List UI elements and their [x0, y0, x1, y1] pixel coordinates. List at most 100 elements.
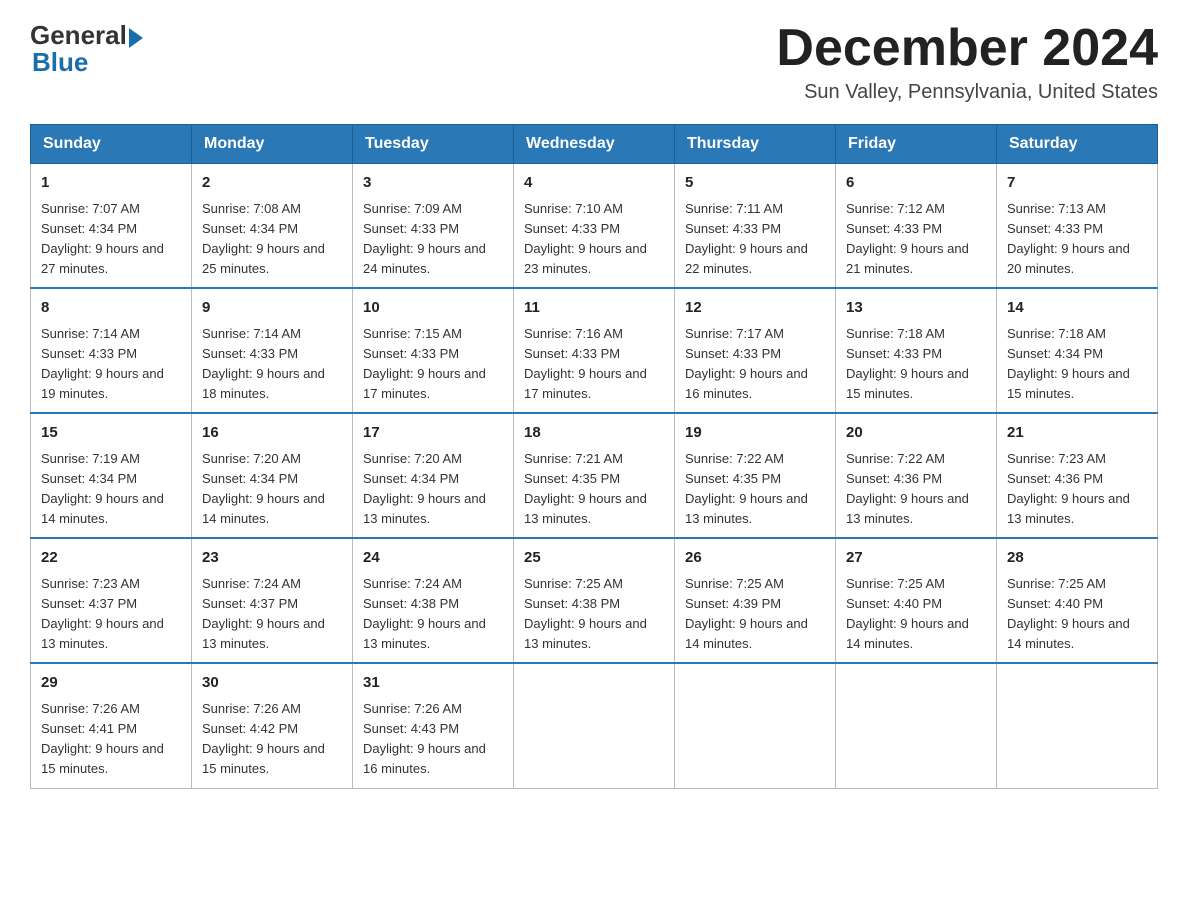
day-info: Sunrise: 7:15 AMSunset: 4:33 PMDaylight:…	[363, 326, 486, 401]
table-row: 23 Sunrise: 7:24 AMSunset: 4:37 PMDaylig…	[192, 538, 353, 663]
day-info: Sunrise: 7:21 AMSunset: 4:35 PMDaylight:…	[524, 451, 647, 526]
day-info: Sunrise: 7:22 AMSunset: 4:36 PMDaylight:…	[846, 451, 969, 526]
day-number: 13	[846, 297, 986, 320]
table-row: 5 Sunrise: 7:11 AMSunset: 4:33 PMDayligh…	[675, 164, 836, 289]
day-number: 29	[41, 672, 181, 695]
table-row: 10 Sunrise: 7:15 AMSunset: 4:33 PMDaylig…	[353, 288, 514, 413]
day-number: 3	[363, 172, 503, 195]
header-thursday: Thursday	[675, 125, 836, 164]
calendar-week-row: 29 Sunrise: 7:26 AMSunset: 4:41 PMDaylig…	[31, 663, 1158, 788]
day-number: 5	[685, 172, 825, 195]
day-info: Sunrise: 7:24 AMSunset: 4:38 PMDaylight:…	[363, 576, 486, 651]
day-number: 4	[524, 172, 664, 195]
day-number: 14	[1007, 297, 1147, 320]
table-row: 30 Sunrise: 7:26 AMSunset: 4:42 PMDaylig…	[192, 663, 353, 788]
day-number: 10	[363, 297, 503, 320]
day-info: Sunrise: 7:26 AMSunset: 4:43 PMDaylight:…	[363, 701, 486, 776]
table-row: 22 Sunrise: 7:23 AMSunset: 4:37 PMDaylig…	[31, 538, 192, 663]
header-tuesday: Tuesday	[353, 125, 514, 164]
location-text: Sun Valley, Pennsylvania, United States	[776, 81, 1158, 104]
table-row: 8 Sunrise: 7:14 AMSunset: 4:33 PMDayligh…	[31, 288, 192, 413]
table-row: 16 Sunrise: 7:20 AMSunset: 4:34 PMDaylig…	[192, 413, 353, 538]
day-number: 16	[202, 422, 342, 445]
day-number: 9	[202, 297, 342, 320]
day-number: 1	[41, 172, 181, 195]
table-row: 20 Sunrise: 7:22 AMSunset: 4:36 PMDaylig…	[836, 413, 997, 538]
day-info: Sunrise: 7:26 AMSunset: 4:41 PMDaylight:…	[41, 701, 164, 776]
day-info: Sunrise: 7:25 AMSunset: 4:38 PMDaylight:…	[524, 576, 647, 651]
day-info: Sunrise: 7:08 AMSunset: 4:34 PMDaylight:…	[202, 201, 325, 276]
day-number: 19	[685, 422, 825, 445]
day-number: 7	[1007, 172, 1147, 195]
table-row: 21 Sunrise: 7:23 AMSunset: 4:36 PMDaylig…	[997, 413, 1158, 538]
day-info: Sunrise: 7:20 AMSunset: 4:34 PMDaylight:…	[363, 451, 486, 526]
table-row: 11 Sunrise: 7:16 AMSunset: 4:33 PMDaylig…	[514, 288, 675, 413]
table-row	[675, 663, 836, 788]
day-number: 20	[846, 422, 986, 445]
table-row: 19 Sunrise: 7:22 AMSunset: 4:35 PMDaylig…	[675, 413, 836, 538]
header-wednesday: Wednesday	[514, 125, 675, 164]
table-row: 27 Sunrise: 7:25 AMSunset: 4:40 PMDaylig…	[836, 538, 997, 663]
day-number: 21	[1007, 422, 1147, 445]
header-friday: Friday	[836, 125, 997, 164]
table-row	[997, 663, 1158, 788]
day-number: 28	[1007, 547, 1147, 570]
day-info: Sunrise: 7:10 AMSunset: 4:33 PMDaylight:…	[524, 201, 647, 276]
table-row: 17 Sunrise: 7:20 AMSunset: 4:34 PMDaylig…	[353, 413, 514, 538]
day-number: 25	[524, 547, 664, 570]
table-row: 6 Sunrise: 7:12 AMSunset: 4:33 PMDayligh…	[836, 164, 997, 289]
table-row: 4 Sunrise: 7:10 AMSunset: 4:33 PMDayligh…	[514, 164, 675, 289]
logo-blue-text: Blue	[30, 47, 88, 78]
day-info: Sunrise: 7:20 AMSunset: 4:34 PMDaylight:…	[202, 451, 325, 526]
month-title: December 2024	[776, 20, 1158, 77]
day-info: Sunrise: 7:17 AMSunset: 4:33 PMDaylight:…	[685, 326, 808, 401]
day-info: Sunrise: 7:07 AMSunset: 4:34 PMDaylight:…	[41, 201, 164, 276]
calendar-week-row: 22 Sunrise: 7:23 AMSunset: 4:37 PMDaylig…	[31, 538, 1158, 663]
table-row: 28 Sunrise: 7:25 AMSunset: 4:40 PMDaylig…	[997, 538, 1158, 663]
calendar-week-row: 8 Sunrise: 7:14 AMSunset: 4:33 PMDayligh…	[31, 288, 1158, 413]
day-number: 23	[202, 547, 342, 570]
day-number: 8	[41, 297, 181, 320]
day-info: Sunrise: 7:14 AMSunset: 4:33 PMDaylight:…	[41, 326, 164, 401]
calendar-table: Sunday Monday Tuesday Wednesday Thursday…	[30, 124, 1158, 788]
day-number: 6	[846, 172, 986, 195]
table-row: 7 Sunrise: 7:13 AMSunset: 4:33 PMDayligh…	[997, 164, 1158, 289]
day-number: 26	[685, 547, 825, 570]
logo: General Blue	[30, 20, 143, 78]
day-number: 2	[202, 172, 342, 195]
table-row: 12 Sunrise: 7:17 AMSunset: 4:33 PMDaylig…	[675, 288, 836, 413]
calendar-week-row: 15 Sunrise: 7:19 AMSunset: 4:34 PMDaylig…	[31, 413, 1158, 538]
calendar-header-row: Sunday Monday Tuesday Wednesday Thursday…	[31, 125, 1158, 164]
table-row: 3 Sunrise: 7:09 AMSunset: 4:33 PMDayligh…	[353, 164, 514, 289]
day-info: Sunrise: 7:11 AMSunset: 4:33 PMDaylight:…	[685, 201, 808, 276]
day-info: Sunrise: 7:19 AMSunset: 4:34 PMDaylight:…	[41, 451, 164, 526]
day-info: Sunrise: 7:26 AMSunset: 4:42 PMDaylight:…	[202, 701, 325, 776]
day-number: 17	[363, 422, 503, 445]
table-row: 2 Sunrise: 7:08 AMSunset: 4:34 PMDayligh…	[192, 164, 353, 289]
table-row: 1 Sunrise: 7:07 AMSunset: 4:34 PMDayligh…	[31, 164, 192, 289]
day-number: 11	[524, 297, 664, 320]
day-info: Sunrise: 7:23 AMSunset: 4:36 PMDaylight:…	[1007, 451, 1130, 526]
table-row: 15 Sunrise: 7:19 AMSunset: 4:34 PMDaylig…	[31, 413, 192, 538]
table-row: 13 Sunrise: 7:18 AMSunset: 4:33 PMDaylig…	[836, 288, 997, 413]
day-info: Sunrise: 7:16 AMSunset: 4:33 PMDaylight:…	[524, 326, 647, 401]
logo-arrow-icon	[129, 28, 143, 48]
table-row: 14 Sunrise: 7:18 AMSunset: 4:34 PMDaylig…	[997, 288, 1158, 413]
day-info: Sunrise: 7:18 AMSunset: 4:33 PMDaylight:…	[846, 326, 969, 401]
table-row: 18 Sunrise: 7:21 AMSunset: 4:35 PMDaylig…	[514, 413, 675, 538]
day-number: 27	[846, 547, 986, 570]
day-info: Sunrise: 7:25 AMSunset: 4:40 PMDaylight:…	[846, 576, 969, 651]
header-sunday: Sunday	[31, 125, 192, 164]
table-row: 9 Sunrise: 7:14 AMSunset: 4:33 PMDayligh…	[192, 288, 353, 413]
day-number: 22	[41, 547, 181, 570]
day-info: Sunrise: 7:23 AMSunset: 4:37 PMDaylight:…	[41, 576, 164, 651]
day-number: 18	[524, 422, 664, 445]
day-number: 30	[202, 672, 342, 695]
title-section: December 2024 Sun Valley, Pennsylvania, …	[776, 20, 1158, 104]
day-info: Sunrise: 7:14 AMSunset: 4:33 PMDaylight:…	[202, 326, 325, 401]
day-number: 24	[363, 547, 503, 570]
table-row	[514, 663, 675, 788]
header-monday: Monday	[192, 125, 353, 164]
day-info: Sunrise: 7:18 AMSunset: 4:34 PMDaylight:…	[1007, 326, 1130, 401]
day-number: 12	[685, 297, 825, 320]
